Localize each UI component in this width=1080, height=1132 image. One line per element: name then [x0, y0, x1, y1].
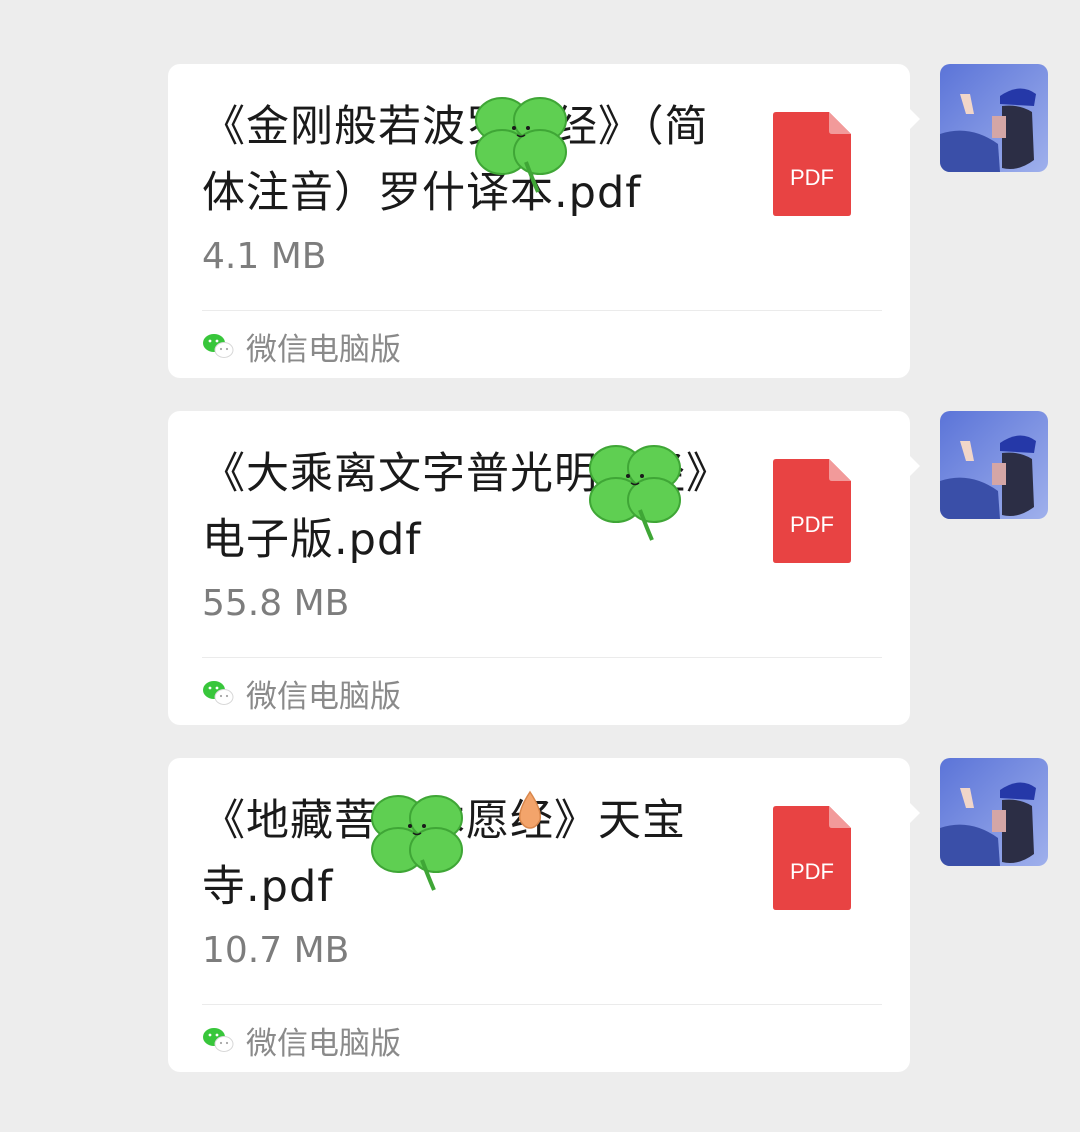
file-size: 55.8 MB [202, 583, 350, 624]
drop-sticker [518, 790, 542, 829]
wechat-icon [203, 334, 234, 358]
source-row: 微信电脑版 [202, 1020, 401, 1062]
file-type-badge: PDF [790, 165, 834, 190]
four-leaf-clover-sticker [371, 795, 463, 891]
wechat-icon [203, 1028, 234, 1052]
file-message-2: 《大乘离文字普光明藏经》电子版.pdf 55.8 MB PDF 微信电脑版 [0, 411, 1080, 727]
source-row: 微信电脑版 [202, 673, 401, 715]
file-type-badge: PDF [790, 859, 834, 884]
pdf-file-icon: PDF [773, 459, 851, 563]
source-label: 微信电脑版 [246, 1025, 401, 1062]
avatar[interactable] [940, 411, 1048, 519]
source-label: 微信电脑版 [246, 678, 401, 715]
file-size: 4.1 MB [202, 236, 327, 277]
file-type-badge: PDF [790, 512, 834, 537]
divider [202, 1004, 882, 1005]
four-leaf-clover-sticker [589, 445, 681, 541]
file-size: 10.7 MB [202, 930, 350, 971]
source-label: 微信电脑版 [246, 331, 401, 368]
divider [202, 657, 882, 658]
avatar[interactable] [940, 758, 1048, 866]
divider [202, 310, 882, 311]
source-row: 微信电脑版 [202, 326, 401, 368]
file-bubble[interactable]: 《大乘离文字普光明藏经》电子版.pdf 55.8 MB PDF 微信电脑版 [168, 411, 920, 725]
wechat-icon [203, 681, 234, 705]
avatar[interactable] [940, 64, 1048, 172]
pdf-file-icon: PDF [773, 806, 851, 910]
four-leaf-clover-sticker [475, 97, 567, 193]
pdf-file-icon: PDF [773, 112, 851, 216]
